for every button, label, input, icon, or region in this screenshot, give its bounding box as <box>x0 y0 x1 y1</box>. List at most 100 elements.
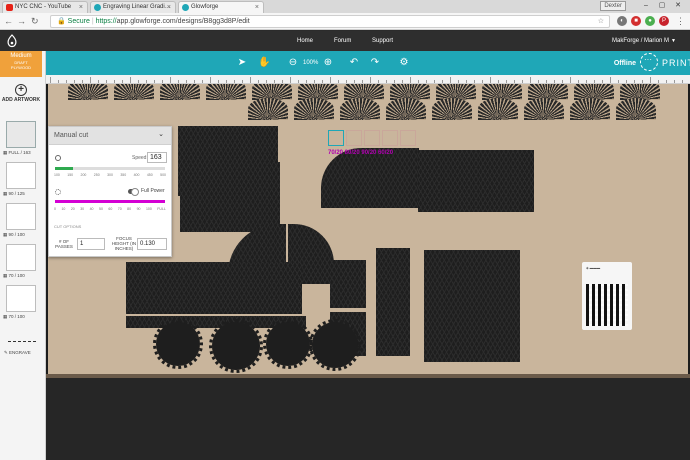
redo-icon[interactable]: ↷ <box>369 57 381 69</box>
fan-piece <box>432 98 472 120</box>
ruler-tick <box>66 80 67 83</box>
scale-tick-label: 10 <box>61 207 66 211</box>
layer-label-1: ▦ FULL / 163 <box>3 150 43 156</box>
chevron-down-icon[interactable]: ⌄ <box>158 130 164 138</box>
power-sun-icon <box>55 189 61 195</box>
speed-slider[interactable] <box>55 167 165 170</box>
browser-tab-glowforge[interactable]: Glowforge × <box>178 1 264 13</box>
print-button[interactable]: PRINT <box>640 53 690 73</box>
nav-home[interactable]: Home <box>297 36 313 46</box>
layer-thumbnail-2[interactable] <box>6 162 36 189</box>
back-icon[interactable]: ← <box>4 15 13 27</box>
layer-label-5: ▦ 70 / 100 <box>3 314 43 320</box>
fan-piece <box>68 84 108 100</box>
scale-tick-label: 30 <box>80 207 85 211</box>
scale-tick-label: 90 <box>136 207 141 211</box>
select-pointer-icon[interactable]: ➤ <box>236 57 248 69</box>
ruler-tick <box>98 80 99 83</box>
fan-piece <box>248 98 288 120</box>
zoom-out-icon[interactable]: ⊖ <box>287 57 299 69</box>
ruler-tick <box>570 77 571 83</box>
fan-piece <box>570 98 610 120</box>
ruler-tick <box>178 80 179 83</box>
nav-forum[interactable]: Forum <box>334 36 351 46</box>
ruler-tick <box>194 80 195 83</box>
test-square[interactable] <box>382 130 398 146</box>
test-square[interactable] <box>400 130 416 146</box>
add-artwork-label: ADD ARTWORK <box>1 97 41 103</box>
tall-panel-piece <box>376 248 410 356</box>
scale-tick-label: 350 <box>120 173 127 177</box>
user-menu[interactable]: MakForge / Marion M ▼ <box>612 36 676 46</box>
ruler-tick <box>74 80 75 83</box>
ruler-tick <box>610 77 611 83</box>
extension-icon[interactable]: ◐ <box>617 16 627 26</box>
ruler-tick <box>402 80 403 83</box>
full-power-toggle[interactable] <box>128 188 139 196</box>
machine-status: Offline <box>613 60 636 67</box>
pinterest-icon[interactable]: P <box>659 16 669 26</box>
scale-tick-label: FULL <box>157 207 166 211</box>
gear-piece <box>153 319 203 369</box>
power-slider[interactable] <box>55 200 165 203</box>
pan-hand-icon[interactable]: ✋ <box>258 57 270 69</box>
test-square[interactable] <box>364 130 380 146</box>
layer-thumbnail-3[interactable] <box>6 203 36 230</box>
glowforge-logo-icon[interactable] <box>6 34 18 48</box>
reload-icon[interactable]: ↻ <box>31 15 39 27</box>
ruler-tick <box>386 80 387 83</box>
engrave-line-icon[interactable] <box>8 341 36 343</box>
speed-gauge-icon <box>55 155 61 161</box>
close-icon[interactable]: × <box>255 2 259 13</box>
url-scheme: https:// <box>95 18 117 25</box>
panel-title: Manual cut <box>54 132 89 139</box>
app-top-nav: Home Forum Support MakForge / Marion M ▼ <box>0 31 690 51</box>
passes-input[interactable]: 1 <box>77 238 105 250</box>
browser-tab-engraving[interactable]: Engraving Linear Gradi… × <box>90 1 176 13</box>
close-icon[interactable]: × <box>167 2 171 13</box>
fill-icon: ▦ <box>3 273 8 278</box>
forward-icon[interactable]: → <box>17 15 26 27</box>
user-name: MakForge / Marion M <box>612 38 670 44</box>
test-square[interactable] <box>346 130 362 146</box>
nav-support[interactable]: Support <box>372 36 393 46</box>
focus-height-input[interactable]: 0.130 <box>137 238 167 250</box>
speed-label: Speed: <box>132 155 148 161</box>
ruler-tick <box>506 80 507 83</box>
speed-input[interactable]: 163 <box>147 152 167 163</box>
qr-logo-icon: ◈ ▬▬▬ <box>586 266 601 270</box>
browser-tab-youtube[interactable]: NYC CNC - YouTube × <box>2 1 88 13</box>
close-icon[interactable]: × <box>79 2 83 13</box>
menu-kebab-icon[interactable]: ⋮ <box>676 15 685 27</box>
close-window-icon[interactable]: ✕ <box>670 0 686 12</box>
fill-icon: ▦ <box>3 191 8 196</box>
ruler-tick <box>530 77 531 83</box>
adblock-icon[interactable]: ■ <box>631 16 641 26</box>
add-artwork-button[interactable]: + ADD ARTWORK <box>0 84 42 103</box>
scale-tick-label: 100 <box>54 173 60 177</box>
tab-title: NYC CNC - YouTube <box>15 4 72 10</box>
youtube-icon <box>6 4 13 11</box>
material-selector[interactable]: Medium DRAFT PLYWOOD <box>0 51 42 77</box>
ruler-tick <box>114 80 115 83</box>
scale-tick-label: 200 <box>80 173 87 177</box>
box-panel-piece <box>424 250 520 362</box>
bookmark-star-icon[interactable]: ☆ <box>598 16 604 27</box>
undo-icon[interactable]: ↶ <box>348 57 360 69</box>
scale-tick-label: 450 <box>146 173 153 177</box>
settings-gear-icon[interactable]: ⚙ <box>398 57 410 69</box>
layer-thumbnail-4[interactable] <box>6 244 36 271</box>
extension-green-icon[interactable]: ● <box>645 16 655 26</box>
maximize-icon[interactable]: ▢ <box>654 0 670 12</box>
ruler-tick <box>682 80 683 83</box>
fan-piece <box>206 84 246 100</box>
qr-code-icon <box>586 284 628 326</box>
minimize-icon[interactable]: – <box>638 0 654 12</box>
material-line3: PLYWOOD <box>10 65 32 70</box>
url-input[interactable]: 🔒 Secure | https://app.glowforge.com/des… <box>50 15 610 28</box>
layer-thumbnail-1[interactable] <box>6 121 36 148</box>
layer-thumbnail-5[interactable] <box>6 285 36 312</box>
zoom-in-icon[interactable]: ⊕ <box>322 57 334 69</box>
manual-cut-header[interactable]: Manual cut ⌄ <box>49 127 171 145</box>
test-square[interactable] <box>328 130 344 146</box>
